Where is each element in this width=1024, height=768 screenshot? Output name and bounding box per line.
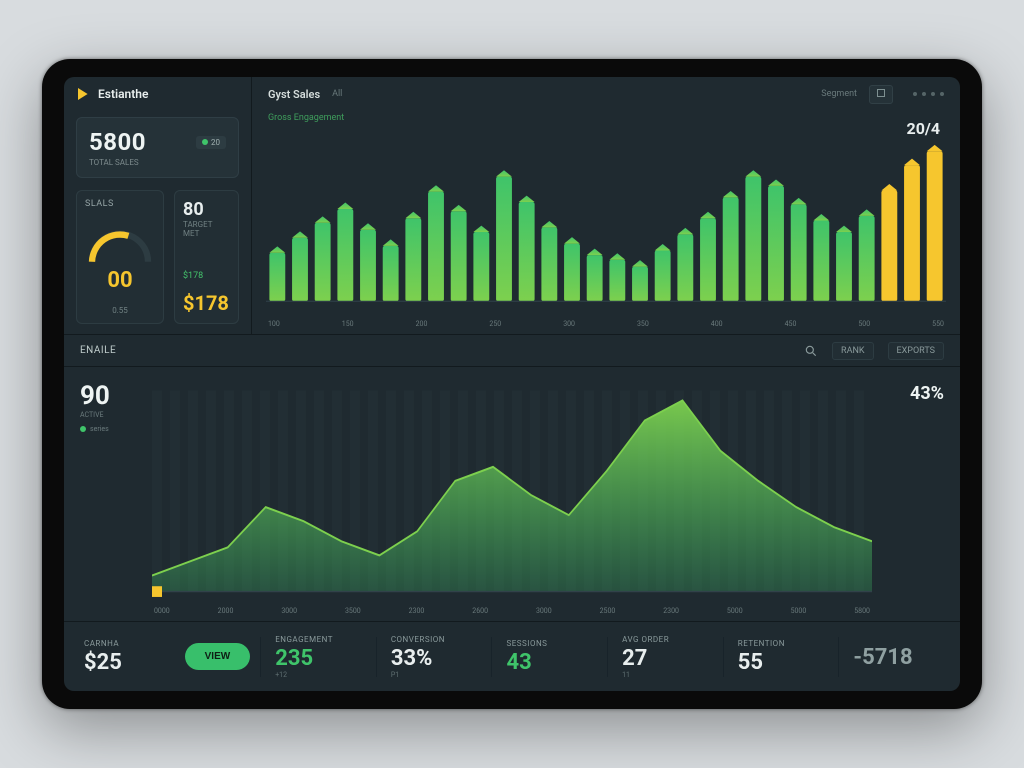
dashboard-screen: Estianthe 5800 20 TOTAL SALES SLALS	[64, 77, 960, 691]
sidebar: Estianthe 5800 20 TOTAL SALES SLALS	[64, 77, 252, 334]
more-icon[interactable]	[913, 92, 944, 96]
dot-icon	[202, 139, 208, 145]
main-chart-panel: Gyst Sales All Segment Gross Engagement …	[252, 77, 960, 334]
area-x-axis: 0000200030003500230026003000250023005000…	[64, 605, 960, 621]
chart-title: Gyst Sales	[268, 88, 320, 101]
mini-card-target: 80 TARGET MET $178 $178	[174, 190, 239, 324]
kpi-value: 90	[80, 381, 140, 411]
kpi-sessions: SESSIONS 43	[502, 633, 597, 681]
kpi-label: ACTIVE	[80, 411, 140, 419]
gauge-icon	[85, 226, 155, 266]
chart-subtitle: Gross Engagement	[252, 111, 960, 129]
bar-chart: 20/4	[252, 129, 960, 318]
target-main: $178	[183, 291, 230, 315]
target-value: 80	[183, 199, 230, 220]
stat-value: 5800	[89, 128, 146, 156]
chart-segment-label: Segment	[821, 89, 857, 99]
top-section: Estianthe 5800 20 TOTAL SALES SLALS	[64, 77, 960, 335]
stat-chip: 20	[196, 136, 226, 149]
mid-toolbar: ENAILE RANK EXPORTS	[64, 335, 960, 367]
area-zone: 90 ACTIVE series 43%	[64, 367, 960, 605]
brand-name: Estianthe	[98, 87, 148, 101]
area-chart	[152, 377, 872, 605]
brand: Estianthe	[64, 77, 251, 111]
kpi-active: 90 ACTIVE series	[80, 377, 140, 605]
target-label: TARGET MET	[183, 220, 230, 238]
kpi-conversion: CONVERSION 33% P1	[387, 629, 482, 685]
stat-label: TOTAL SALES	[89, 158, 226, 167]
chart-header: Gyst Sales All Segment	[252, 77, 960, 111]
kpi-retention: RETENTION 55	[734, 633, 829, 681]
target-green: $178	[183, 271, 230, 281]
kpi-avg-order: AVG ORDER 27 11	[618, 629, 713, 685]
bar-x-axis: 100150200250300350400450500550	[252, 318, 960, 334]
stat-total-sales: 5800 20 TOTAL SALES	[76, 117, 239, 178]
pct-right: 43%	[884, 377, 944, 605]
chart-pill[interactable]: All	[332, 89, 342, 99]
brand-logo-icon	[78, 88, 90, 100]
footer-kpis: CARNHA $25 VIEW ENGAGEMENT 235 +12 CONVE…	[64, 621, 960, 691]
rank-button[interactable]: RANK	[832, 342, 873, 360]
search-icon[interactable]	[804, 344, 818, 358]
kpi-carnha: CARNHA $25	[80, 633, 175, 681]
tablet-frame: Estianthe 5800 20 TOTAL SALES SLALS	[42, 59, 982, 709]
gauge-value: 00	[85, 268, 155, 293]
mid-label: ENAILE	[80, 345, 116, 356]
gauge-sub: 0.55	[85, 306, 155, 315]
legend-item: series	[80, 425, 140, 433]
bottom-section: 90 ACTIVE series 43% 0000200030003500230…	[64, 367, 960, 691]
mini-label: SLALS	[85, 199, 155, 209]
dot-icon	[80, 426, 86, 432]
kpi-delta: -5718	[849, 637, 944, 676]
kpi-engagement: ENGAGEMENT 235 +12	[271, 629, 366, 685]
chart-menu-button[interactable]	[869, 85, 893, 104]
exports-button[interactable]: EXPORTS	[888, 342, 944, 360]
mini-cards: SLALS 00 0.55 80 TARGET	[76, 190, 239, 324]
mini-card-gauge: SLALS 00 0.55	[76, 190, 164, 324]
view-button[interactable]: VIEW	[185, 643, 251, 670]
year-badge: 20/4	[907, 119, 940, 138]
